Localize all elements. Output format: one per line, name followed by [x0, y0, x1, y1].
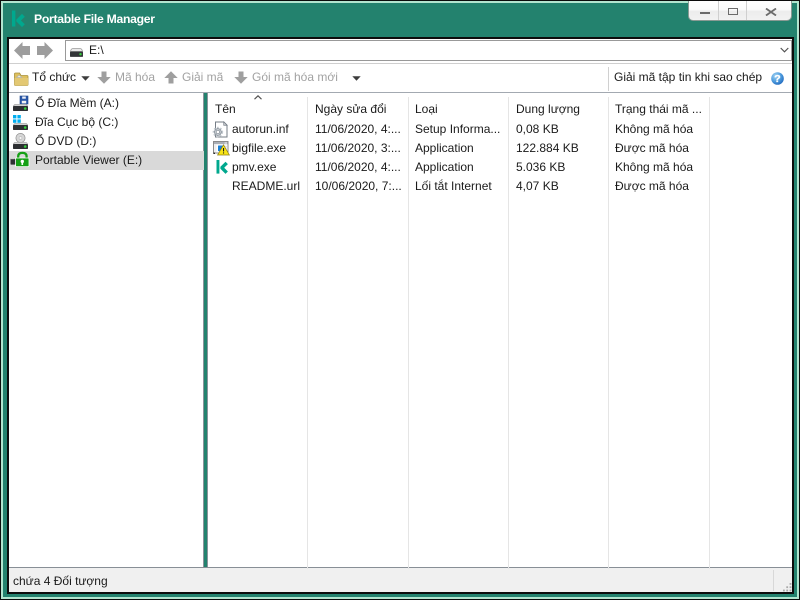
svg-text:?: ?: [774, 73, 780, 85]
